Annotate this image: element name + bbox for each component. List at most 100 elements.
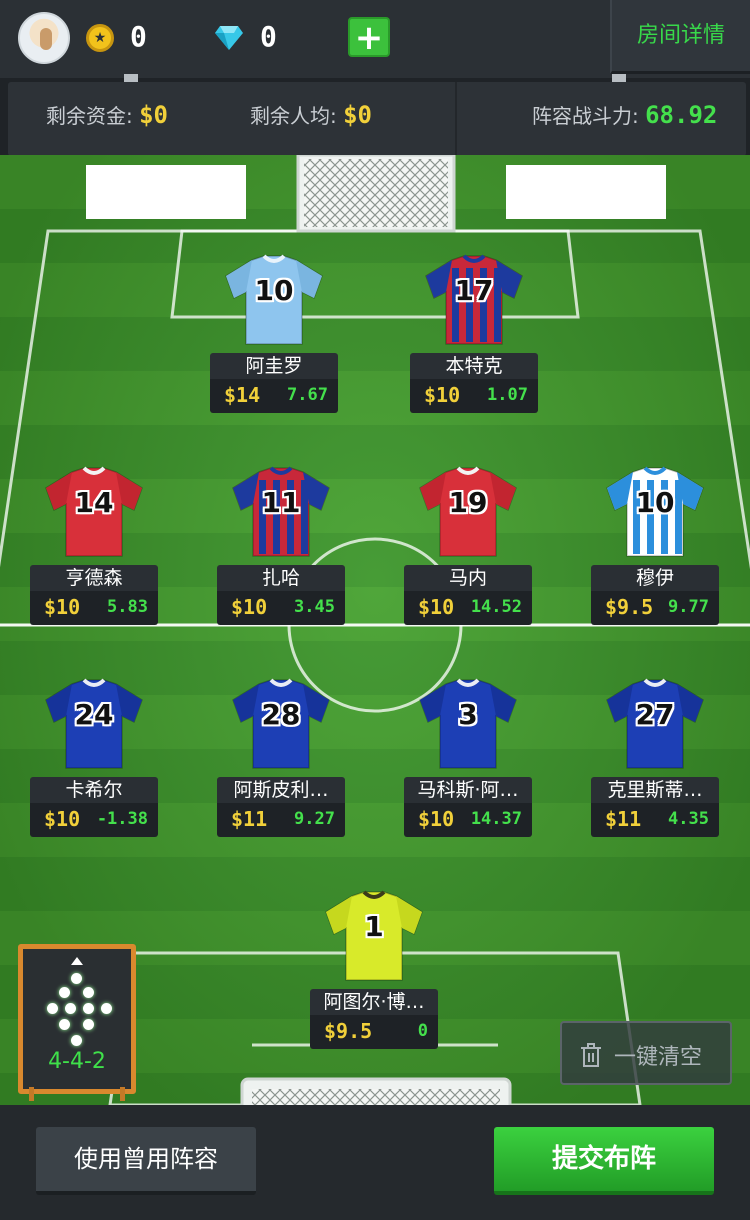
remaining-average-label: 剩余人均: bbox=[250, 104, 344, 128]
player-price: $11 bbox=[605, 807, 642, 831]
player-name: 阿图尔·博… bbox=[310, 989, 438, 1015]
easel-leg bbox=[29, 1087, 34, 1101]
player-card[interactable]: 17 本特克 $10 1.07 bbox=[410, 254, 538, 414]
player-score: 5.83 bbox=[107, 597, 148, 617]
formation-dot-icon bbox=[47, 1003, 58, 1014]
player-score: 7.67 bbox=[287, 385, 328, 405]
player-card[interactable]: 10 穆伊 $9.5 9.77 bbox=[591, 466, 719, 626]
ad-board bbox=[86, 165, 246, 219]
player-card[interactable]: 1 阿图尔·博… $9.5 0 bbox=[310, 890, 438, 1050]
clear-all-button[interactable]: 一键清空 bbox=[560, 1021, 732, 1085]
player-card[interactable]: 28 阿斯皮利… $11 9.27 bbox=[217, 678, 345, 838]
player-card[interactable]: 10 阿圭罗 $14 7.67 bbox=[210, 254, 338, 414]
jersey-number: 11 bbox=[261, 486, 301, 519]
lineup-power-label: 阵容战斗力: bbox=[532, 104, 646, 128]
player-stats-row: $10 3.45 bbox=[217, 591, 345, 625]
player-name: 扎哈 bbox=[217, 565, 345, 591]
player-stats-row: $9.5 9.77 bbox=[591, 591, 719, 625]
player-stats-row: $10 1.07 bbox=[410, 379, 538, 413]
formation-dot-icon bbox=[83, 1003, 94, 1014]
player-card[interactable]: 24 卡希尔 $10 -1.38 bbox=[30, 678, 158, 838]
player-stats-row: $14 7.67 bbox=[210, 379, 338, 413]
player-stats-row: $11 4.35 bbox=[591, 803, 719, 837]
player-stats-row: $10 14.52 bbox=[404, 591, 532, 625]
remaining-funds-label: 剩余资金: bbox=[46, 104, 140, 128]
jersey-number: 10 bbox=[254, 274, 294, 307]
remaining-funds-value: $0 bbox=[139, 101, 169, 129]
top-bar: ★ 0 0 + 房间详情 bbox=[0, 0, 750, 78]
player-name: 阿斯皮利… bbox=[217, 777, 345, 803]
submit-lineup-button[interactable]: 提交布阵 bbox=[494, 1127, 714, 1195]
player-stats-row: $10 5.83 bbox=[30, 591, 158, 625]
player-card[interactable]: 19 马内 $10 14.52 bbox=[404, 466, 532, 626]
player-score: -1.38 bbox=[96, 809, 148, 829]
lineup-stats-panel: 剩余资金: $0 剩余人均: $0 阵容战斗力: 68.92 bbox=[8, 82, 746, 156]
jersey-number: 1 bbox=[364, 910, 384, 943]
jersey-number: 19 bbox=[448, 486, 488, 519]
formation-dot-icon bbox=[71, 1035, 82, 1046]
player-price: $14 bbox=[224, 383, 261, 407]
avatar[interactable] bbox=[18, 12, 70, 64]
player-stats-row: $10 -1.38 bbox=[30, 803, 158, 837]
formation-dot-icon bbox=[83, 987, 94, 998]
player-stats-row: $10 14.37 bbox=[404, 803, 532, 837]
player-price: $10 bbox=[418, 807, 455, 831]
jersey-number: 17 bbox=[454, 274, 494, 307]
star-coin-icon: ★ bbox=[86, 24, 114, 52]
lineup-power: 阵容战斗力: 68.92 bbox=[532, 100, 717, 129]
divider bbox=[455, 82, 457, 156]
player-price: $10 bbox=[418, 595, 455, 619]
player-price: $9.5 bbox=[605, 595, 654, 619]
player-stats-row: $9.5 0 bbox=[310, 1015, 438, 1049]
player-price: $10 bbox=[231, 595, 268, 619]
formation-dot-icon bbox=[59, 1019, 70, 1030]
jersey-number: 24 bbox=[74, 698, 114, 731]
player-name: 马内 bbox=[404, 565, 532, 591]
formation-dot-icon bbox=[101, 1003, 112, 1014]
player-card[interactable]: 27 克里斯蒂… $11 4.35 bbox=[591, 678, 719, 838]
remaining-average-value: $0 bbox=[343, 101, 373, 129]
jersey-number: 28 bbox=[261, 698, 301, 731]
easel-leg bbox=[120, 1087, 125, 1101]
top-goal bbox=[296, 155, 456, 233]
trash-icon bbox=[581, 1043, 601, 1067]
add-currency-button[interactable]: + bbox=[348, 17, 390, 57]
player-score: 0 bbox=[417, 1021, 428, 1041]
formation-dot-icon bbox=[59, 987, 70, 998]
arrow-up-icon bbox=[71, 957, 83, 965]
player-score: 3.45 bbox=[294, 597, 335, 617]
player-score: 9.27 bbox=[294, 809, 335, 829]
diamond-icon bbox=[215, 26, 243, 50]
use-previous-lineup-button[interactable]: 使用曾用阵容 bbox=[36, 1127, 256, 1195]
bottom-goal bbox=[240, 1077, 512, 1105]
player-price: $9.5 bbox=[324, 1019, 373, 1043]
player-score: 4.35 bbox=[668, 809, 709, 829]
player-price: $10 bbox=[424, 383, 461, 407]
player-stats-row: $11 9.27 bbox=[217, 803, 345, 837]
clear-all-label: 一键清空 bbox=[614, 1045, 703, 1070]
player-card[interactable]: 11 扎哈 $10 3.45 bbox=[217, 466, 345, 626]
room-details-button[interactable]: 房间详情 bbox=[610, 0, 750, 74]
player-score: 1.07 bbox=[487, 385, 528, 405]
player-price: $10 bbox=[44, 807, 81, 831]
player-name: 亨德森 bbox=[30, 565, 158, 591]
lineup-power-value: 68.92 bbox=[645, 101, 718, 129]
remaining-funds: 剩余资金: $0 bbox=[46, 100, 168, 129]
player-card[interactable]: 3 马科斯·阿… $10 14.37 bbox=[404, 678, 532, 838]
jersey-number: 14 bbox=[74, 486, 114, 519]
ad-board bbox=[506, 165, 666, 219]
player-score: 14.52 bbox=[470, 597, 522, 617]
jersey-number: 3 bbox=[458, 698, 478, 731]
player-name: 卡希尔 bbox=[30, 777, 158, 803]
jersey-number: 27 bbox=[635, 698, 675, 731]
player-name: 穆伊 bbox=[591, 565, 719, 591]
player-name: 阿圭罗 bbox=[210, 353, 338, 379]
formation-dot-icon bbox=[65, 1003, 76, 1014]
player-card[interactable]: 14 亨德森 $10 5.83 bbox=[30, 466, 158, 626]
coin-count: 0 bbox=[130, 20, 147, 53]
remaining-average: 剩余人均: $0 bbox=[250, 100, 372, 129]
bottom-action-bar: 使用曾用阵容 提交布阵 bbox=[0, 1105, 750, 1220]
formation-selector[interactable]: 4-4-2 bbox=[18, 944, 136, 1101]
formation-dot-icon bbox=[71, 973, 82, 984]
formation-dot-icon bbox=[83, 1019, 94, 1030]
